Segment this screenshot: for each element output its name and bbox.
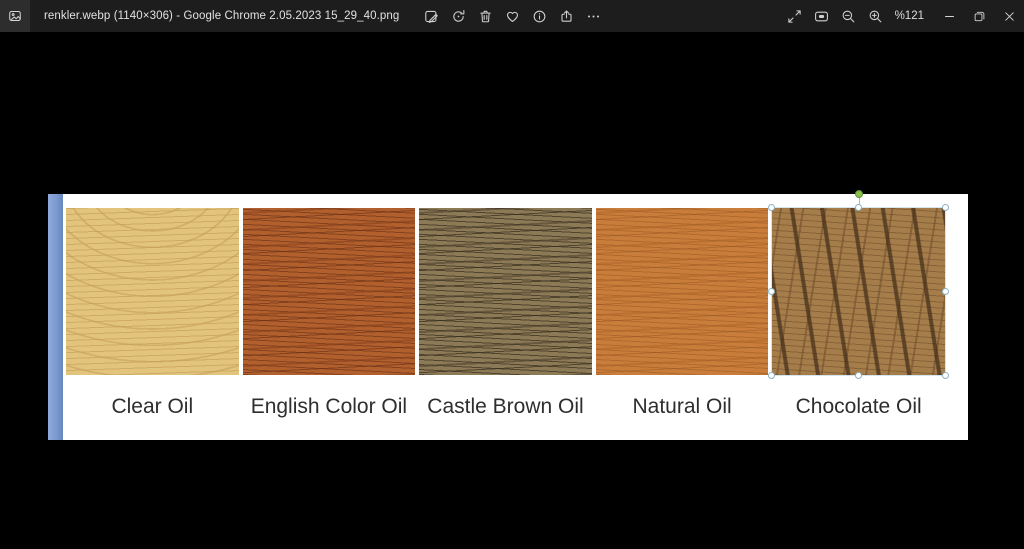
actual-size-icon xyxy=(787,9,802,24)
fit-to-window-button[interactable] xyxy=(811,2,833,30)
selection-handle-mid-left[interactable] xyxy=(768,288,775,295)
minimize-icon xyxy=(943,10,956,23)
selection-handle-bottom-left[interactable] xyxy=(768,372,775,379)
swatch-column: Natural Oil xyxy=(596,208,769,419)
share-icon xyxy=(559,9,574,24)
wood-swatch xyxy=(596,208,769,375)
delete-icon xyxy=(478,9,493,24)
selection-overlay xyxy=(772,208,945,375)
swatch-column: Castle Brown Oil xyxy=(419,208,592,419)
toolbar xyxy=(420,0,604,32)
swatch-column: English Color Oil xyxy=(243,208,416,419)
selection-handle-mid-right[interactable] xyxy=(942,288,949,295)
more-icon xyxy=(586,9,601,24)
rotate-button[interactable] xyxy=(447,2,469,30)
edit-image-icon xyxy=(424,9,439,24)
swatch-label: English Color Oil xyxy=(251,395,407,419)
selection-handle-top-left[interactable] xyxy=(768,204,775,211)
close-icon xyxy=(1003,10,1016,23)
window-title: renkler.webp (1140×306) - Google Chrome … xyxy=(44,10,399,22)
zoom-out-button[interactable] xyxy=(838,2,860,30)
zoom-level: %121 xyxy=(895,10,924,22)
gallery-toggle-button[interactable] xyxy=(0,0,30,32)
info-button[interactable] xyxy=(528,2,550,30)
favorite-icon xyxy=(505,9,520,24)
delete-button[interactable] xyxy=(474,2,496,30)
selection-handle-top-right[interactable] xyxy=(942,204,949,211)
titlebar: renkler.webp (1140×306) - Google Chrome … xyxy=(0,0,1024,32)
info-icon xyxy=(532,9,547,24)
selection-handle-bottom-center[interactable] xyxy=(855,372,862,379)
swatch-row: Clear Oil English Color Oil xyxy=(66,208,945,419)
swatch-label: Natural Oil xyxy=(632,395,731,419)
zoom-in-button[interactable] xyxy=(865,2,887,30)
close-button[interactable] xyxy=(994,0,1024,32)
selection-handle-bottom-right[interactable] xyxy=(942,372,949,379)
zoom-out-icon xyxy=(841,9,856,24)
titlebar-right: %121 xyxy=(784,0,1024,32)
swatch-column: Chocolate Oil xyxy=(772,208,945,419)
swatch-label: Clear Oil xyxy=(111,395,193,419)
wood-swatch xyxy=(66,208,239,375)
fit-to-window-icon xyxy=(814,9,829,24)
favorite-button[interactable] xyxy=(501,2,523,30)
swatch-column: Clear Oil xyxy=(66,208,239,419)
minimize-button[interactable] xyxy=(934,0,964,32)
swatch-label: Chocolate Oil xyxy=(796,395,922,419)
wood-swatch xyxy=(772,208,945,375)
selection-handle-top-center[interactable] xyxy=(855,204,862,211)
rotation-handle[interactable] xyxy=(855,190,863,198)
view-controls xyxy=(784,2,887,30)
scrollbar-strip xyxy=(48,194,63,440)
image-icon xyxy=(8,9,22,23)
swatch-label: Castle Brown Oil xyxy=(427,395,583,419)
window-controls xyxy=(934,0,1024,32)
viewer-stage: Clear Oil English Color Oil xyxy=(0,32,1024,549)
wood-swatch xyxy=(419,208,592,375)
rotate-icon xyxy=(451,9,466,24)
restore-button[interactable] xyxy=(964,0,994,32)
share-button[interactable] xyxy=(555,2,577,30)
wood-swatch xyxy=(243,208,416,375)
edit-image-button[interactable] xyxy=(420,2,442,30)
zoom-in-icon xyxy=(868,9,883,24)
restore-icon xyxy=(973,10,986,23)
photo-canvas: Clear Oil English Color Oil xyxy=(48,194,968,440)
actual-size-button[interactable] xyxy=(784,2,806,30)
more-button[interactable] xyxy=(582,2,604,30)
